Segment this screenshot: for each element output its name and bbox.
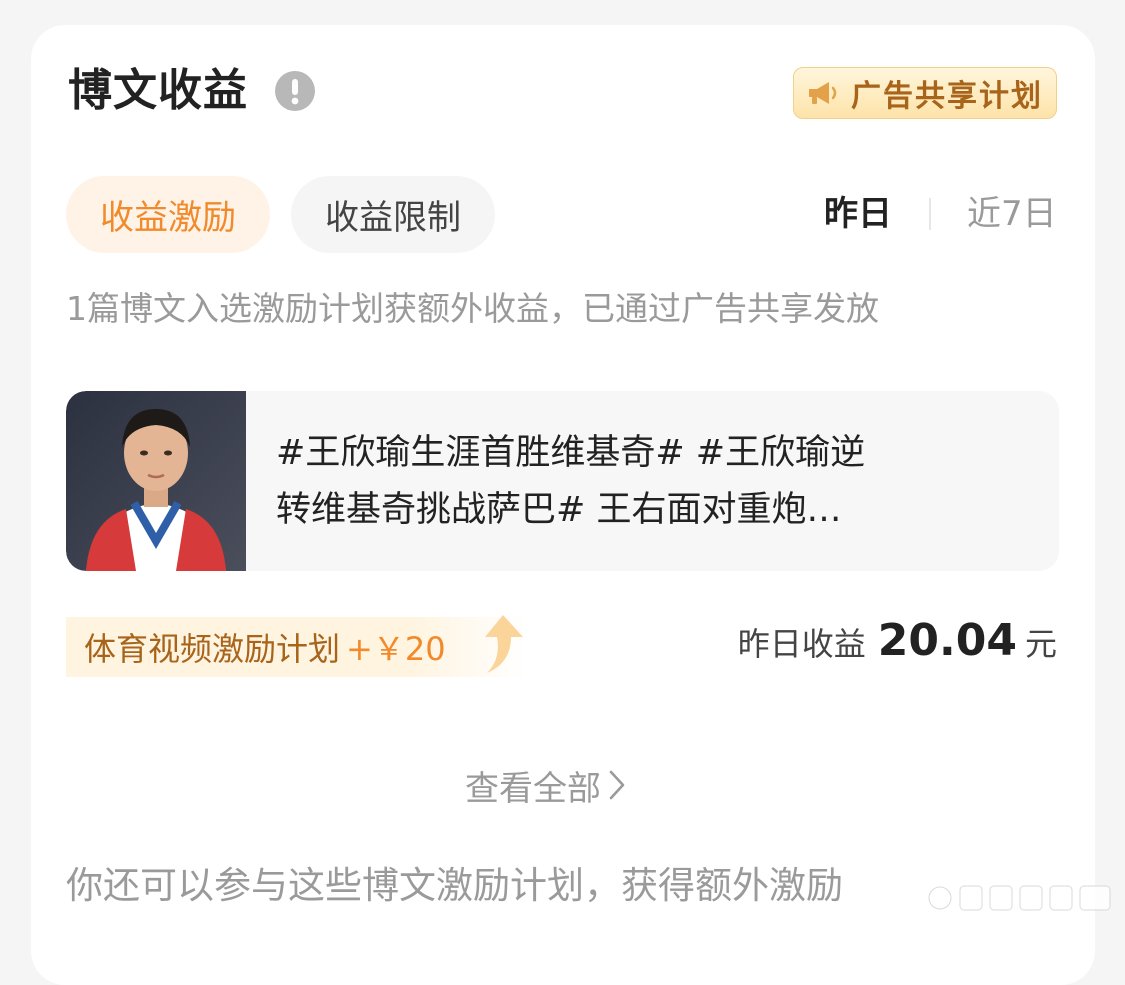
post-item[interactable]: #王欣瑜生涯首胜维基奇# #王欣瑜逆 转维基奇挑战萨巴# 王右面对重炮… (66, 391, 1059, 571)
yesterday-earnings: 昨日收益 20.04 元 (738, 615, 1057, 675)
reward-plan-tag: 体育视频激励计划 +￥20 (66, 617, 526, 677)
section-title: 博文收益 (68, 65, 248, 116)
chevron-right-icon (609, 770, 625, 800)
post-text-line: #王欣瑜生涯首胜维基奇# #王欣瑜逆 (276, 433, 866, 473)
up-arrow-icon (485, 615, 523, 673)
reward-amount: +￥20 (346, 630, 446, 668)
info-exclamation-icon[interactable] (275, 71, 315, 111)
ad-share-plan-badge[interactable]: 广告共享计划 (793, 67, 1057, 119)
view-all-button[interactable]: 查看全部 (465, 760, 627, 810)
earnings-value: 20.04 (877, 615, 1017, 666)
period-last-7-days[interactable]: 近7日 (967, 191, 1057, 237)
period-yesterday[interactable]: 昨日 (824, 191, 892, 237)
earnings-unit: 元 (1024, 625, 1057, 663)
watermark-logo (928, 885, 1111, 911)
reward-plan-label: 体育视频激励计划 (84, 630, 341, 668)
tab-earnings-limit[interactable]: 收益限制 (291, 176, 495, 253)
period-divider (929, 198, 931, 230)
post-text-line: 转维基奇挑战萨巴# 王右面对重炮… (276, 490, 842, 530)
post-earnings-card: 博文收益 广告共享计划 收益激励 收益限制 昨日 近7日 1篇博文入选激励计划获… (31, 25, 1095, 985)
tab-earnings-incentive[interactable]: 收益激励 (66, 176, 270, 253)
post-thumbnail (66, 391, 246, 571)
view-all-label: 查看全部 (465, 768, 601, 809)
more-plans-hint: 你还可以参与这些博文激励计划，获得额外激励 (66, 864, 843, 907)
post-text: #王欣瑜生涯首胜维基奇# #王欣瑜逆 转维基奇挑战萨巴# 王右面对重炮… (276, 425, 1036, 539)
megaphone-icon (809, 82, 837, 104)
incentive-description: 1篇博文入选激励计划获额外收益，已通过广告共享发放 (66, 289, 879, 328)
ad-share-plan-label: 广告共享计划 (851, 79, 1043, 114)
earnings-label: 昨日收益 (737, 625, 866, 663)
